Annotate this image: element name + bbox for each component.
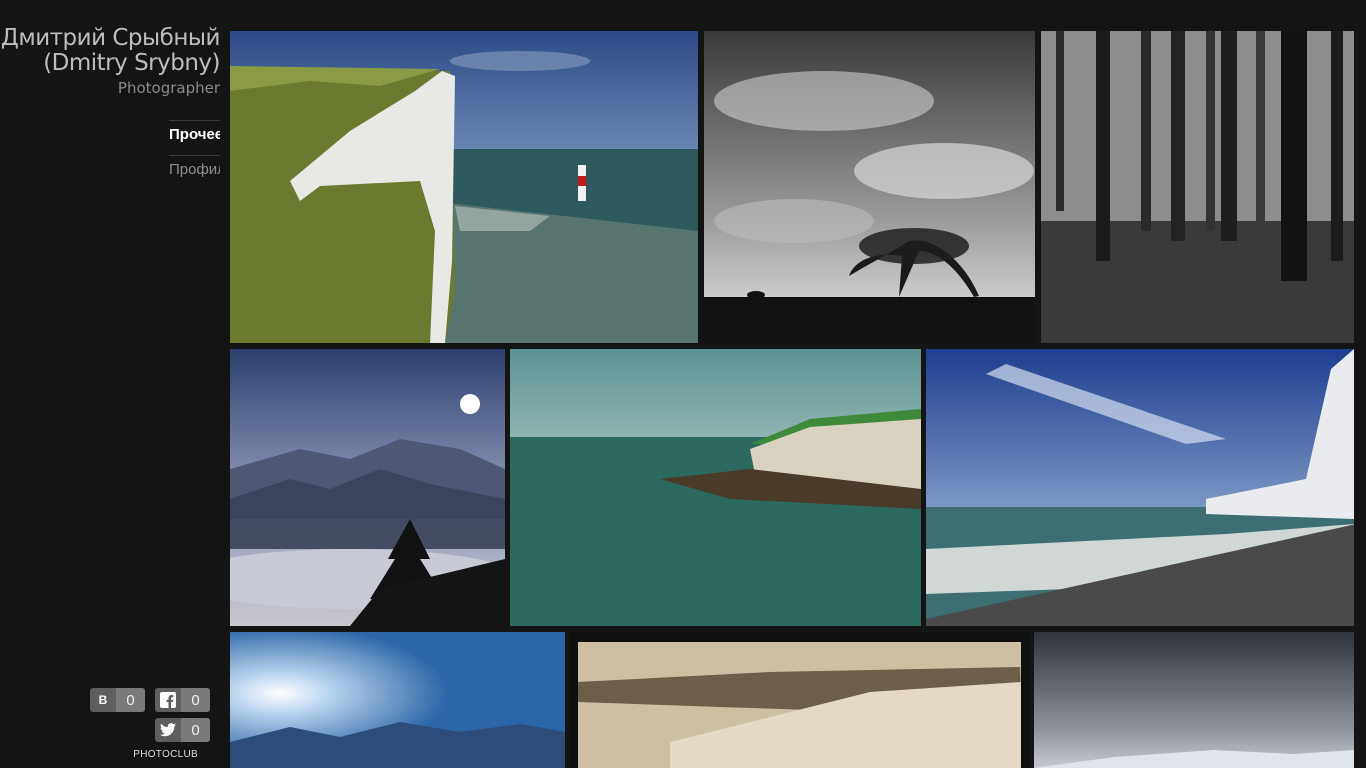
photo-image	[926, 349, 1354, 626]
photo-image	[570, 632, 1029, 768]
twitter-share-button[interactable]: 0	[155, 718, 210, 742]
site-subtitle: Photographer	[117, 79, 220, 97]
photo-grey-sky-snowy-mountains[interactable]	[1034, 632, 1354, 768]
facebook-icon	[155, 688, 181, 712]
photo-snowy-hills-trees[interactable]	[570, 632, 1029, 768]
sidebar: Дмитрий Срыбный (Dmitry Srybny) Photogra…	[0, 0, 220, 768]
photo-mountains-sun-fir[interactable]	[230, 349, 505, 626]
photo-blue-sun-mountains[interactable]	[230, 632, 565, 768]
photo-lone-tree-storm-clouds[interactable]	[704, 31, 1035, 343]
twitter-share-count: 0	[181, 718, 210, 742]
photo-image	[1041, 31, 1354, 343]
vk-icon: B	[90, 688, 116, 712]
photo-waves-pebble-beach-cliffs[interactable]	[926, 349, 1354, 626]
facebook-share-button[interactable]: 0	[155, 688, 210, 712]
facebook-share-count: 0	[181, 688, 210, 712]
vk-share-count: 0	[116, 688, 145, 712]
site-title-ru: Дмитрий Срыбный	[0, 26, 220, 51]
photo-green-sea-cliffs[interactable]	[510, 349, 921, 626]
photo-image	[230, 349, 505, 626]
photo-image	[510, 349, 921, 626]
photo-image	[704, 31, 1035, 343]
photo-image	[1034, 632, 1354, 768]
photo-misty-forest[interactable]	[1041, 31, 1354, 343]
vk-share-button[interactable]: B 0	[90, 688, 145, 712]
photo-image	[230, 632, 565, 768]
main-nav: Прочее Профиль	[169, 120, 220, 190]
photo-white-cliff-lighthouse[interactable]	[230, 31, 698, 343]
site-title-en: (Dmitry Srybny)	[43, 50, 220, 76]
site-title[interactable]: Дмитрий Срыбный (Dmitry Srybny)	[0, 26, 220, 76]
photoclub-link[interactable]: PHOTOCLUB	[133, 749, 198, 760]
nav-item-other[interactable]: Прочее	[169, 120, 220, 155]
nav-item-profile[interactable]: Профиль	[169, 155, 220, 190]
photo-image	[230, 31, 698, 343]
twitter-icon	[155, 718, 181, 742]
